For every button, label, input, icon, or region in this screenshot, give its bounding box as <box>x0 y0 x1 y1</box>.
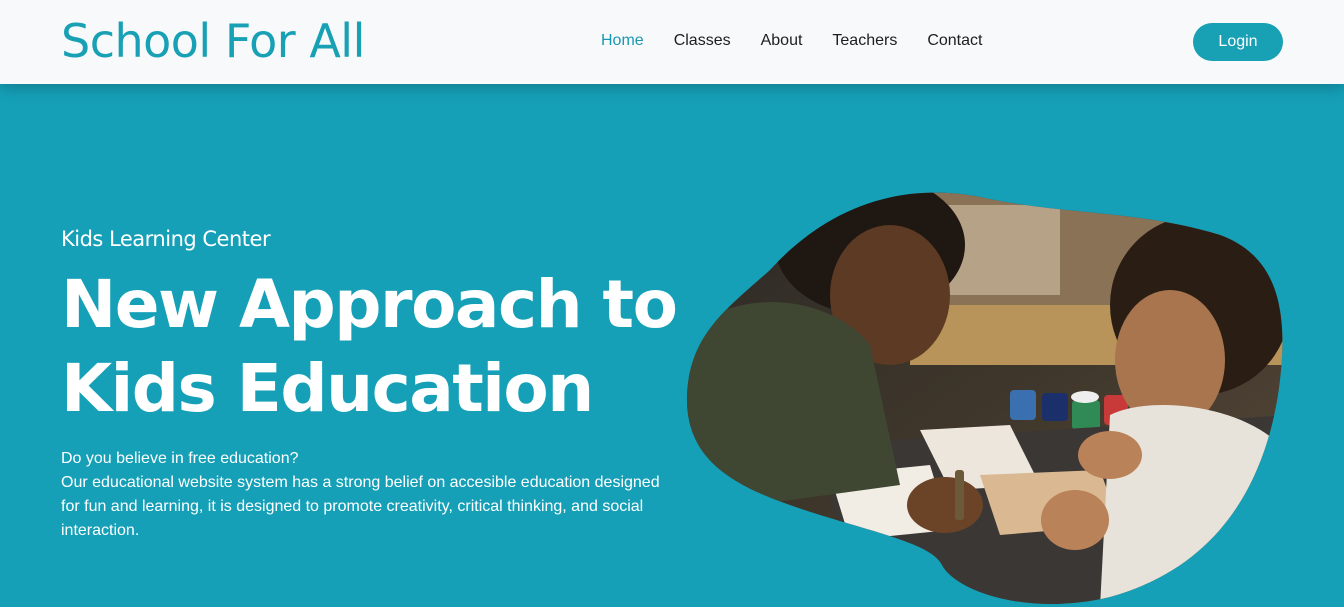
hero-headline-line1: New Approach to <box>61 266 678 343</box>
hero-headline: New Approach to Kids Education <box>61 263 681 431</box>
kids-drawing-photo-icon <box>686 192 1283 604</box>
site-logo[interactable]: School For All <box>61 14 365 68</box>
nav-classes[interactable]: Classes <box>674 31 731 51</box>
hero-headline-line2: Kids Education <box>61 350 594 427</box>
hero-description: Our educational website system has a str… <box>61 474 660 539</box>
login-button[interactable]: Login <box>1193 23 1283 61</box>
nav-teachers[interactable]: Teachers <box>832 31 897 51</box>
site-header: School For All Home Classes About Teache… <box>0 0 1344 84</box>
hero-paragraph: Do you believe in free education? Our ed… <box>61 447 661 543</box>
main-nav: Home Classes About Teachers Contact <box>601 31 1012 51</box>
nav-contact[interactable]: Contact <box>927 31 982 51</box>
hero-kicker: Kids Learning Center <box>61 227 271 251</box>
hero-image <box>680 185 1290 607</box>
nav-home[interactable]: Home <box>601 31 644 51</box>
nav-about[interactable]: About <box>761 31 803 51</box>
hero-question: Do you believe in free education? <box>61 450 299 467</box>
